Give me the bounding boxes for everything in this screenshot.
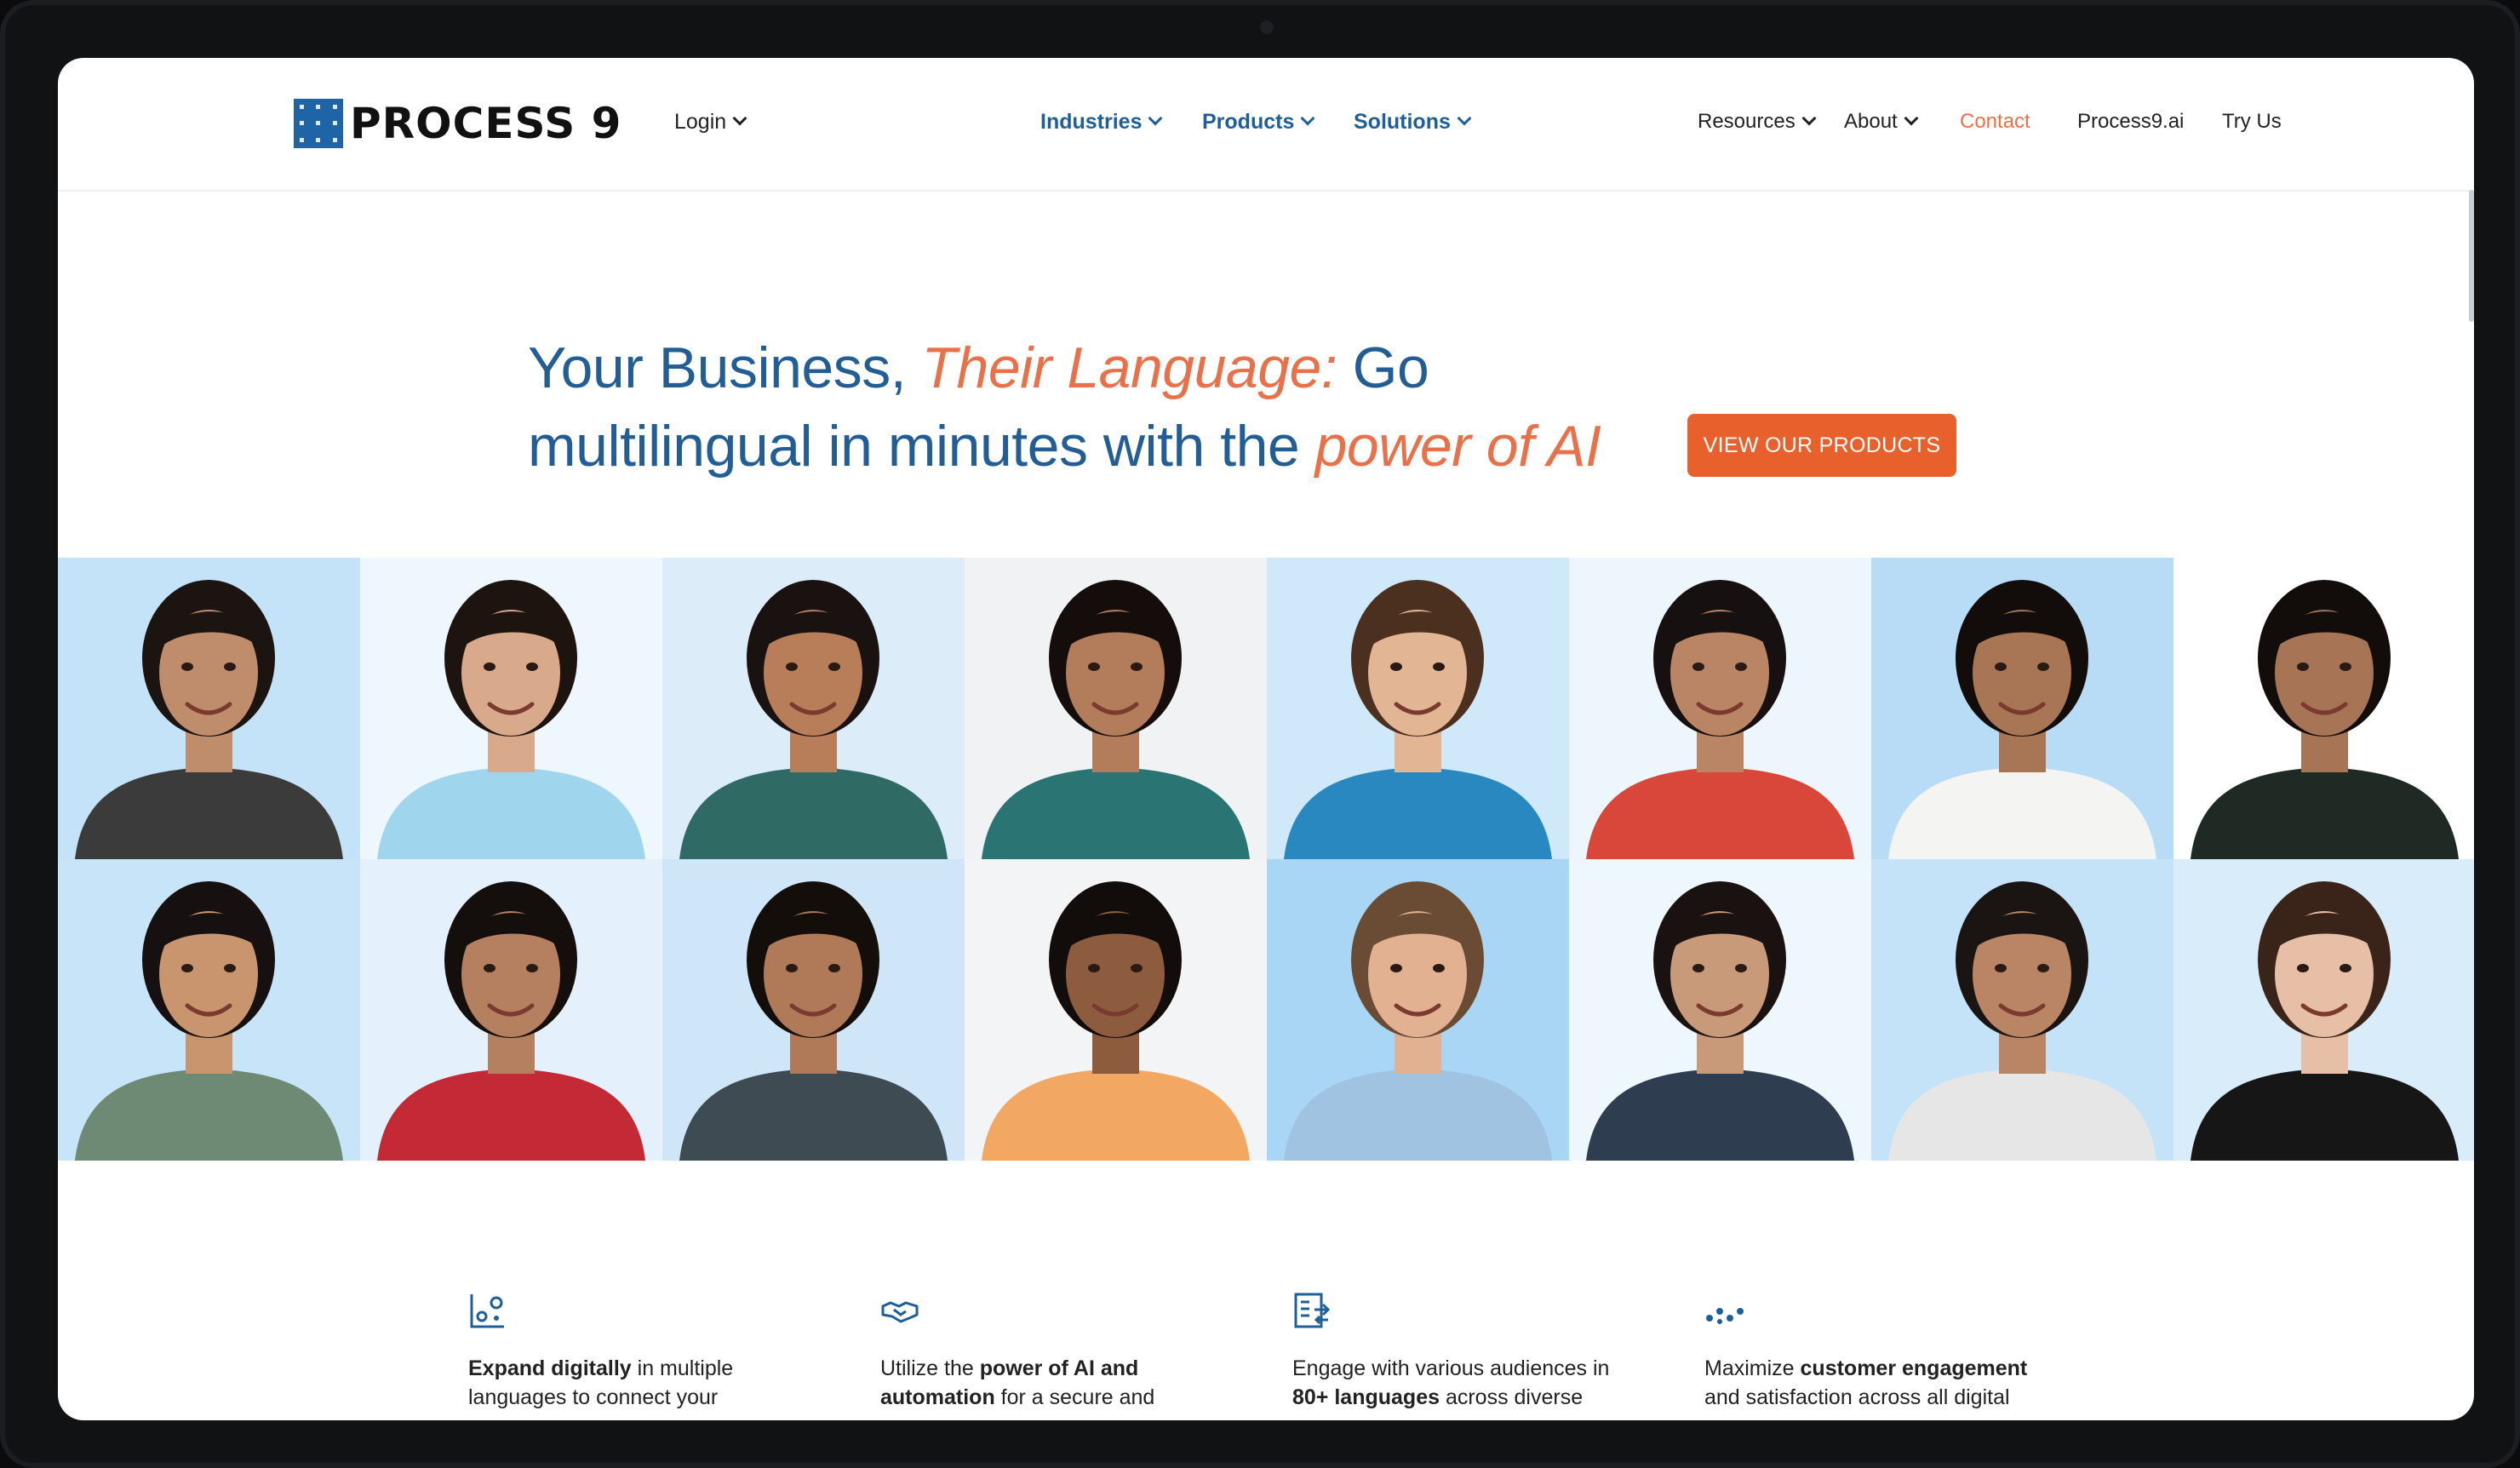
chevron-down-icon <box>1300 111 1315 126</box>
feature-expand-digitally: Expand digitally in multiple languages t… <box>468 1291 880 1420</box>
portrait-figure <box>377 580 645 859</box>
portrait-woman-polo <box>360 558 662 859</box>
portrait-figure <box>1888 881 2156 1161</box>
portrait-woman-red-kurta <box>360 859 662 1161</box>
portrait-figure <box>679 881 948 1161</box>
login-label: Login <box>674 110 727 134</box>
hero-emphasis-their-language: Their Language: <box>921 335 1337 400</box>
site-header: PROCESS 9 Login Industries Products Solu… <box>58 58 2474 192</box>
portrait-young-man <box>1267 558 1569 859</box>
portrait-figure <box>2191 881 2459 1161</box>
nav-resources[interactable]: Resources <box>1698 109 1817 135</box>
portrait-woman-curly-black <box>2174 859 2474 1161</box>
device-frame: PROCESS 9 Login Industries Products Solu… <box>0 0 2520 1468</box>
hero-emphasis-power-of-ai: power of AI <box>1314 414 1601 479</box>
view-products-button[interactable]: VIEW OUR PRODUCTS <box>1687 414 1956 477</box>
nav-solutions[interactable]: Solutions <box>1354 109 1472 135</box>
chevron-down-icon <box>1904 111 1919 126</box>
nav-resources-label: Resources <box>1698 110 1796 133</box>
feature-text: Engage with various audiences in 80+ lan… <box>1292 1356 1610 1409</box>
growth-chart-icon <box>470 1294 504 1328</box>
nav-try-us[interactable]: Try Us <box>2222 109 2282 135</box>
handshake-icon <box>881 1301 919 1323</box>
logo-text: PROCESS 9 <box>350 99 622 148</box>
languages-list-icon <box>1294 1293 1331 1328</box>
portrait-figure <box>982 580 1250 859</box>
portrait-figure <box>1586 580 1854 859</box>
logo-mark-icon <box>294 99 343 148</box>
nav-industries[interactable]: Industries <box>1040 109 1163 135</box>
feature-power-of-ai: Utilize the power of AI and automation f… <box>880 1291 1292 1420</box>
portrait-figure <box>1888 580 2156 859</box>
portrait-woman-long-hair <box>58 859 360 1161</box>
hero-title: Your Business, Their Language: Go multil… <box>528 335 1601 479</box>
portrait-figure <box>377 881 645 1161</box>
portrait-figure <box>982 881 1250 1161</box>
login-menu[interactable]: Login <box>674 109 747 135</box>
feature-languages: Engage with various audiences in 80+ lan… <box>1292 1291 1704 1420</box>
nav-industries-label: Industries <box>1040 110 1143 134</box>
process9-logo[interactable]: PROCESS 9 <box>294 97 621 150</box>
portrait-man-orange-polo <box>965 859 1267 1161</box>
chevron-down-icon <box>1457 111 1472 126</box>
feature-strip: Expand digitally in multiple languages t… <box>468 1291 2171 1420</box>
portrait-figure <box>75 580 343 859</box>
feature-text: Utilize the power of AI and automation f… <box>880 1356 1155 1409</box>
portrait-woman-saree <box>1569 558 1871 859</box>
chevron-down-icon <box>1148 111 1163 126</box>
portrait-figure <box>1284 881 1552 1161</box>
nav-products[interactable]: Products <box>1202 109 1315 135</box>
portrait-figure <box>1284 580 1552 859</box>
portrait-woman-curly <box>662 558 965 859</box>
browser-viewport: PROCESS 9 Login Industries Products Solu… <box>58 58 2474 1420</box>
nav-solutions-label: Solutions <box>1354 110 1451 134</box>
people-photo-grid <box>58 558 2474 1161</box>
nav-about-label: About <box>1844 110 1898 133</box>
portrait-man-tie <box>1267 859 1569 1161</box>
nav-process9-ai[interactable]: Process9.ai <box>2077 109 2184 135</box>
nav-contact[interactable]: Contact <box>1960 109 2030 135</box>
feature-text: Expand digitally in multiple languages t… <box>468 1356 734 1409</box>
chevron-down-icon <box>732 111 747 126</box>
portrait-figure <box>1586 881 1854 1161</box>
scrollbar[interactable] <box>2469 190 2474 322</box>
portrait-man-beard <box>58 558 360 859</box>
portrait-man-dark-shirt <box>2174 558 2474 859</box>
portrait-figure <box>2191 580 2459 859</box>
nav-about[interactable]: About <box>1844 109 1919 135</box>
portrait-man-glasses <box>1871 859 2174 1161</box>
portrait-woman-smile <box>965 558 1267 859</box>
camera <box>1260 20 1274 34</box>
portrait-figure <box>75 881 343 1161</box>
portrait-woman-smile-2 <box>1569 859 1871 1161</box>
nav-products-label: Products <box>1202 110 1295 134</box>
nodes-icon <box>1706 1308 1744 1324</box>
portrait-man-kurta <box>662 859 965 1161</box>
chevron-down-icon <box>1801 111 1817 126</box>
feature-text: Maximize customer engagement and satisfa… <box>1704 1356 2028 1409</box>
portrait-man-white-shirt <box>1871 558 2174 859</box>
feature-customer-engagement: Maximize customer engagement and satisfa… <box>1704 1291 2116 1420</box>
portrait-figure <box>679 580 948 859</box>
